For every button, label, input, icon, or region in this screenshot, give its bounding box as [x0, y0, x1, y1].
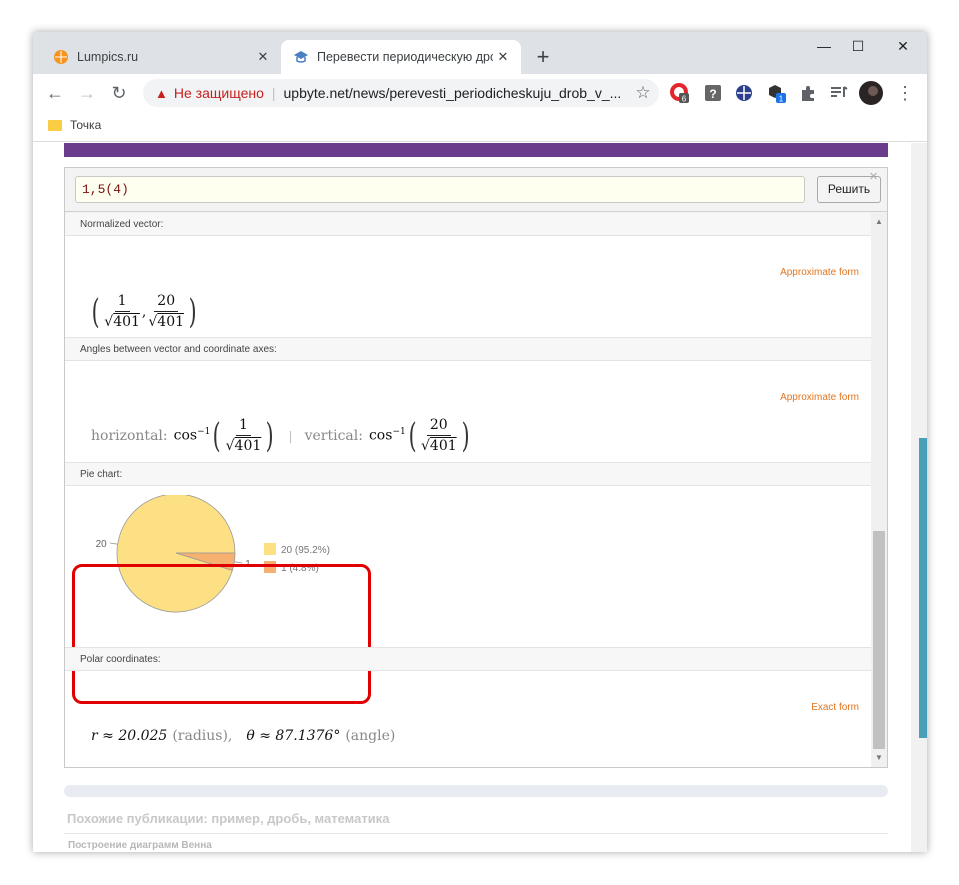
results-panel: Normalized vector: Approximate form ( 1 …	[65, 213, 871, 767]
cube-icon[interactable]: 1	[766, 83, 786, 103]
warning-icon[interactable]: ▲	[155, 86, 168, 101]
fraction: 20 √401	[420, 417, 457, 454]
bookmark-label: Точка	[70, 118, 102, 132]
folder-icon	[48, 119, 62, 131]
page-content: 1,5(4) Решить ✕ Normalized vector: Appro…	[33, 143, 927, 852]
maximize-button[interactable]: ☐	[843, 38, 873, 58]
pod-header-polar: Polar coordinates:	[65, 647, 871, 671]
similar-posts-title: Похожие публикации: пример, дробь, матем…	[67, 811, 390, 826]
opera-icon[interactable]: 6	[670, 83, 690, 103]
pie-slice-label: 20	[96, 539, 108, 550]
puzzle-icon[interactable]	[798, 83, 818, 103]
normalized-vector-expression: ( 1 √401 , 20 √401 )	[91, 291, 197, 332]
tab-title: Lumpics.ru	[77, 50, 139, 64]
tab-close-icon[interactable]: ✕	[493, 49, 513, 65]
tab-lumpics[interactable]: Lumpics.ru ✕	[41, 40, 281, 74]
results-scrollbar[interactable]: ▲ ▼	[871, 213, 887, 767]
page-scrollbar[interactable]	[911, 143, 927, 852]
menu-kebab-icon[interactable]: ⋮	[893, 81, 917, 105]
bookmarks-bar: Точка	[33, 112, 927, 142]
fraction: 1 √401	[104, 293, 140, 330]
scroll-down-icon[interactable]: ▼	[871, 751, 887, 765]
vpn-globe-icon[interactable]	[734, 83, 754, 103]
pod-header-pie: Pie chart:	[65, 462, 871, 486]
page-scroll-thumb[interactable]	[919, 438, 927, 738]
svg-text:1: 1	[779, 95, 784, 104]
query-bar: 1,5(4) Решить ✕	[65, 168, 887, 212]
url-text[interactable]: upbyte.net/news/perevesti_periodicheskuj…	[284, 85, 659, 101]
tab-title: Перевести периодическую дро	[317, 50, 493, 64]
pie-leader-line	[109, 542, 118, 545]
approximate-form-link[interactable]: Approximate form	[780, 267, 859, 278]
pod-header-normalized: Normalized vector:	[65, 213, 871, 236]
legend-swatch	[264, 543, 276, 555]
calculator-widget: 1,5(4) Решить ✕ Normalized vector: Appro…	[64, 167, 888, 768]
tab-upbyte[interactable]: Перевести периодическую дро ✕	[281, 40, 521, 74]
query-input[interactable]: 1,5(4)	[75, 176, 805, 203]
exact-form-link[interactable]: Exact form	[811, 702, 859, 713]
help-icon[interactable]: ?	[703, 83, 723, 103]
pod-header-angles: Angles between vector and coordinate axe…	[65, 337, 871, 361]
highlight-box	[72, 564, 371, 704]
address-separator: |	[271, 85, 276, 101]
browser-window: Lumpics.ru ✕ Перевести периодическую дро…	[33, 32, 927, 852]
legend-label: 20 (95.2%)	[281, 545, 330, 556]
new-tab-button[interactable]: +	[531, 46, 555, 70]
header-strip	[64, 143, 888, 157]
close-icon[interactable]: ✕	[869, 170, 878, 183]
mortarboard-icon	[294, 51, 308, 63]
scroll-up-icon[interactable]: ▲	[871, 215, 887, 229]
fraction: 20 √401	[148, 293, 185, 330]
angles-expression: horizontal: cos−1 ( 1 √401 ) | vertical:…	[91, 415, 470, 456]
browser-toolbar: ← → ↻ ▲ Не защищено | upbyte.net/news/pe…	[33, 74, 927, 112]
lumpics-favicon-icon	[54, 50, 68, 64]
fraction: 1 √401	[225, 417, 262, 454]
forward-icon[interactable]: →	[75, 81, 99, 105]
svg-text:?: ?	[709, 87, 716, 101]
address-bar[interactable]: ▲ Не защищено | upbyte.net/news/perevest…	[143, 79, 659, 107]
polar-expression: r ≈ 20.025 (radius), θ ≈ 87.1376° (angle…	[91, 728, 396, 744]
scroll-thumb[interactable]	[873, 531, 885, 749]
profile-avatar[interactable]	[859, 81, 883, 105]
svg-text:6: 6	[682, 95, 687, 104]
bookmark-item[interactable]: Точка	[48, 118, 101, 132]
divider-bar	[64, 785, 888, 797]
minimize-button[interactable]: —	[809, 38, 839, 58]
close-window-button[interactable]: ✕	[888, 38, 918, 58]
bookmark-star-icon[interactable]: ☆	[631, 81, 655, 105]
divider	[64, 833, 888, 834]
reload-icon[interactable]: ↻	[107, 81, 131, 105]
media-queue-icon[interactable]	[829, 83, 849, 103]
security-status[interactable]: Не защищено	[174, 85, 264, 101]
similar-post-link[interactable]: Построение диаграмм Венна	[68, 840, 212, 851]
tab-close-icon[interactable]: ✕	[253, 49, 273, 65]
pie-leader-line	[234, 561, 243, 564]
back-icon[interactable]: ←	[43, 81, 67, 105]
approximate-form-link[interactable]: Approximate form	[780, 392, 859, 403]
tab-strip: Lumpics.ru ✕ Перевести периодическую дро…	[33, 32, 927, 74]
